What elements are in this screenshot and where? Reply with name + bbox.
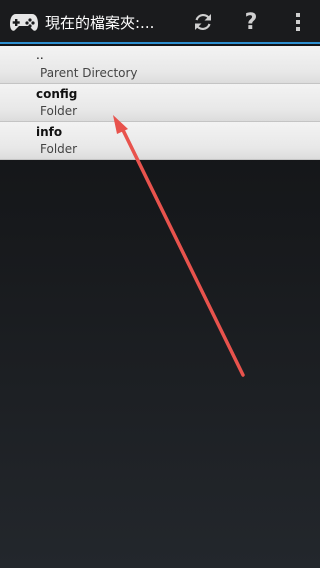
help-button[interactable]: ? bbox=[226, 0, 276, 44]
help-label: ? bbox=[244, 9, 258, 35]
overflow-menu-button[interactable] bbox=[276, 0, 320, 44]
list-item-subtitle: Folder bbox=[40, 142, 78, 156]
gamepad-icon[interactable] bbox=[9, 10, 39, 34]
list-item-info[interactable]: info Folder bbox=[0, 122, 320, 160]
list-item-name: .. bbox=[36, 48, 44, 62]
annotation-arrow bbox=[119, 124, 245, 377]
action-bar: 現在的檔案夾:... ? bbox=[0, 0, 320, 44]
list-item-parent-directory[interactable]: .. Parent Directory bbox=[0, 46, 320, 84]
list-item-subtitle: Parent Directory bbox=[40, 66, 138, 80]
list-item-name: info bbox=[36, 125, 63, 139]
action-bar-accent-line bbox=[0, 42, 320, 44]
refresh-button[interactable] bbox=[180, 0, 226, 44]
file-list: .. Parent Directory config Folder info F… bbox=[0, 46, 320, 160]
list-item-name: config bbox=[36, 87, 78, 101]
refresh-icon bbox=[195, 13, 211, 31]
list-item-config[interactable]: config Folder bbox=[0, 84, 320, 122]
list-item-subtitle: Folder bbox=[40, 104, 78, 118]
page-title: 現在的檔案夾:... bbox=[45, 13, 155, 32]
overflow-menu-icon bbox=[296, 13, 300, 31]
